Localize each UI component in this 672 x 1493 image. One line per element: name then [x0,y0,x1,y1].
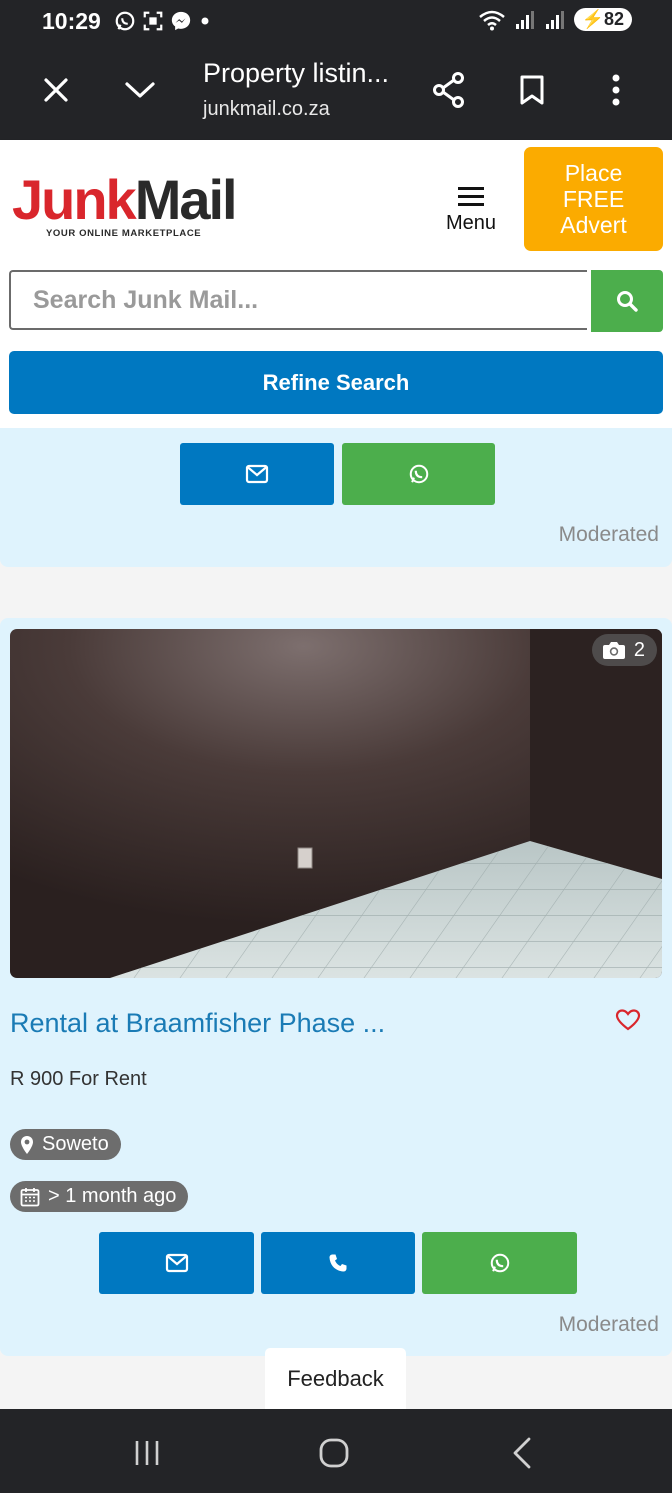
envelope-icon [165,1253,188,1273]
signal-strength-icon-2 [545,10,564,29]
more-notifications-dot-icon [201,17,209,25]
whatsapp-icon [409,464,428,484]
camera-icon [602,642,625,659]
recent-apps-button[interactable] [125,1431,169,1475]
signal-strength-icon [515,10,534,29]
feedback-button[interactable]: Feedback [265,1348,406,1410]
more-options-button[interactable] [596,70,636,110]
close-icon [44,78,68,102]
system-navigation-bar [0,1409,672,1493]
refine-search-button[interactable]: Refine Search [9,351,663,414]
whatsapp-notification-icon [115,11,135,31]
share-button[interactable] [429,70,469,110]
listing-title[interactable]: Rental at Braamfisher Phase ... [10,1008,385,1039]
search-bar [9,270,663,332]
listing-card-previous: Moderated [0,428,672,567]
favourite-button[interactable] [615,1008,641,1037]
bookmark-icon [520,75,544,105]
menu-button[interactable]: Menu [436,182,506,238]
back-button[interactable] [500,1431,544,1475]
moderated-label: Moderated [558,1313,659,1336]
notification-icons [114,10,212,32]
back-icon [513,1437,531,1469]
system-status-icons: ⚡82 [478,8,632,31]
status-time: 10:29 [42,8,101,34]
listing-price: R 900 For Rent [10,1068,147,1090]
menu-label: Menu [445,212,497,234]
map-pin-icon [21,1135,33,1154]
page-domain: junkmail.co.za [203,98,330,120]
heart-icon [615,1009,641,1031]
bookmark-button[interactable] [512,70,552,110]
chevron-down-icon [125,82,155,98]
place-free-advert-button[interactable]: Place FREE Advert [524,147,663,251]
email-seller-button[interactable] [180,443,334,505]
place-advert-line-1: Place [564,160,623,186]
home-button[interactable] [312,1431,356,1475]
messenger-notification-icon [171,11,191,31]
whatsapp-icon [490,1253,509,1273]
logo-wordmark: JunkMail [12,172,238,228]
listing-photo-image [10,629,662,978]
page-title: Property listin... [203,58,390,88]
whatsapp-seller-button[interactable] [422,1232,577,1294]
listing-location: Soweto [42,1133,109,1155]
photo-count: 2 [633,638,645,661]
wifi-icon [478,10,505,30]
more-vertical-icon [612,74,620,106]
home-icon [319,1438,349,1468]
search-button[interactable] [591,270,663,332]
photo-count-badge: 2 [591,634,657,666]
place-advert-line-3: Advert [560,212,627,238]
whatsapp-seller-button[interactable] [342,443,495,505]
battery-charging-icon: ⚡ [581,9,604,29]
search-icon [617,291,638,312]
posted-date-chip: > 1 month ago [10,1181,189,1212]
listing-card[interactable]: 2 Rental at Braamfisher Phase ... R 900 … [0,618,672,1356]
listing-photo[interactable]: 2 [10,629,662,978]
phone-icon [329,1254,347,1272]
moderated-label: Moderated [558,523,659,546]
location-chip: Soweto [10,1129,121,1160]
screenshot-notification-icon [143,11,163,31]
search-input[interactable] [9,270,587,330]
email-seller-button[interactable] [99,1232,254,1294]
status-bar: 10:29 ⚡82 [0,0,672,42]
site-header: JunkMail YOUR ONLINE MARKETPLACE Menu Pl… [0,140,672,428]
call-seller-button[interactable] [261,1232,415,1294]
logo-mail: Mail [134,168,238,231]
browser-toolbar: Property listin... junkmail.co.za [0,42,672,140]
place-advert-line-2: FREE [562,186,625,212]
junkmail-logo[interactable]: JunkMail YOUR ONLINE MARKETPLACE [12,172,238,248]
minimize-tab-button[interactable] [120,70,160,110]
hamburger-icon [436,187,506,206]
envelope-icon [245,464,269,484]
share-icon [433,72,464,108]
battery-level: ⚡82 [573,8,632,31]
calendar-icon [20,1187,40,1206]
recent-apps-icon [135,1441,159,1465]
battery-percent: 82 [603,9,624,29]
listing-posted: > 1 month ago [48,1185,177,1207]
close-tab-button[interactable] [36,70,76,110]
logo-junk: Junk [12,168,137,231]
logo-tagline: YOUR ONLINE MARKETPLACE [46,228,202,239]
